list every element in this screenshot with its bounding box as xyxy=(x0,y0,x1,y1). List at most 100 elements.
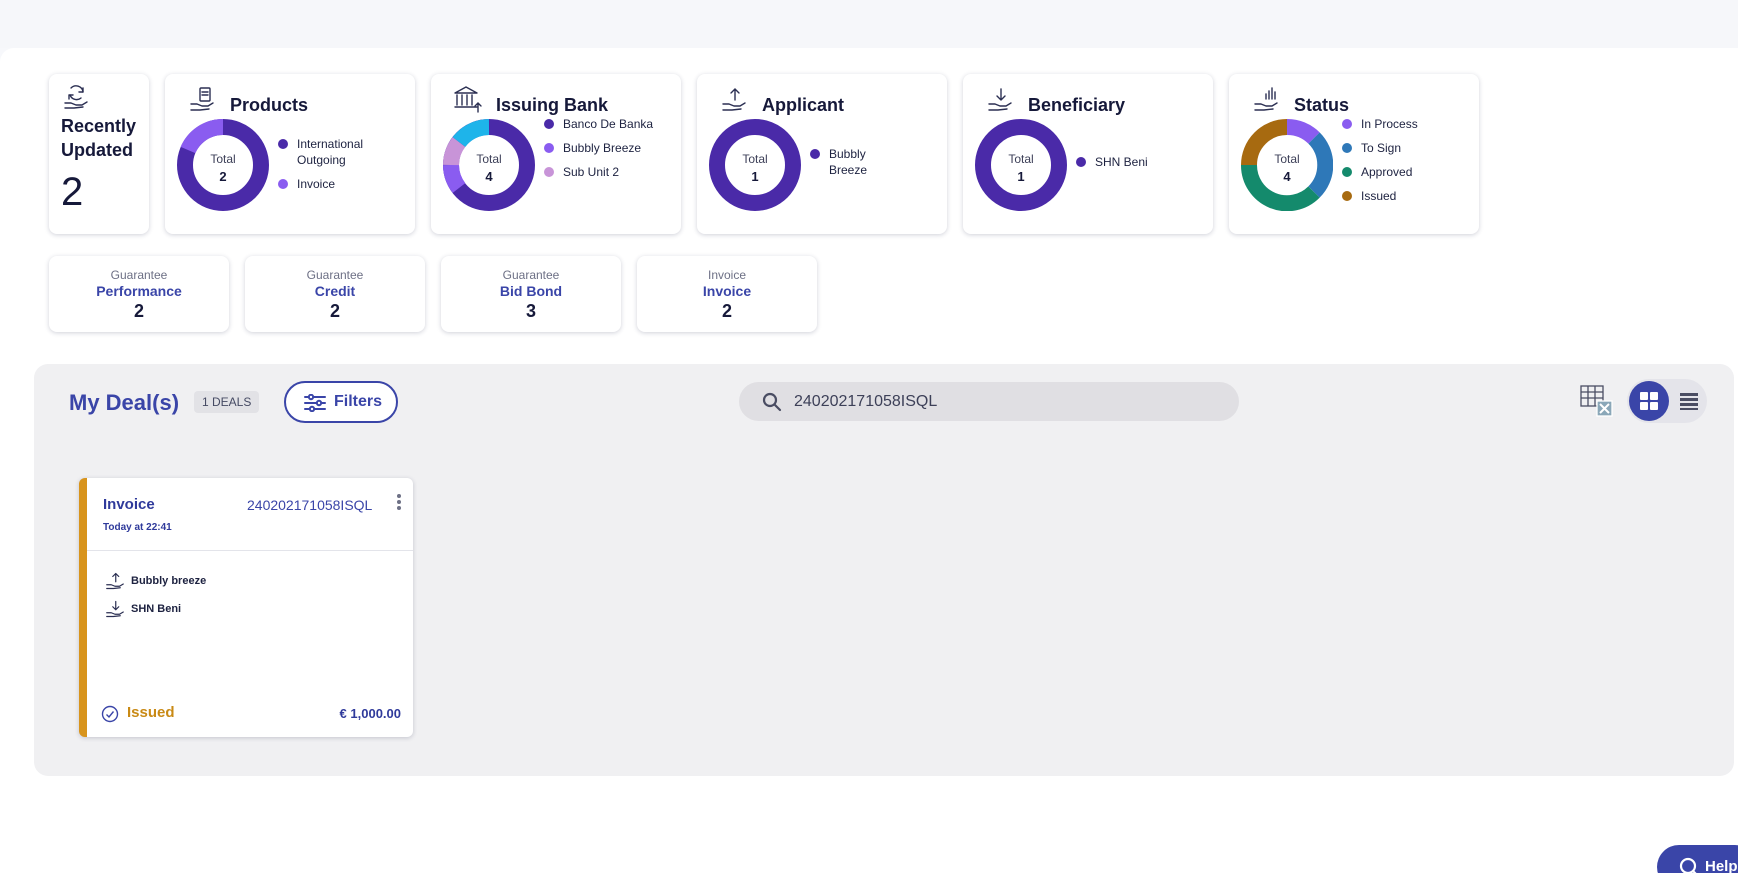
status-legend: In Process To Sign Approved Issued xyxy=(1342,116,1452,212)
list-view-icon xyxy=(1680,393,1698,410)
my-deals-section: My Deal(s) 1 DEALS Filters 240202171058I… xyxy=(34,364,1734,776)
filter-sliders-icon xyxy=(304,394,326,412)
summary-name: Bid Bond xyxy=(499,283,563,299)
search-input[interactable] xyxy=(794,382,1214,421)
beneficiary-legend: SHN Beni xyxy=(1076,154,1186,178)
donut-segment-invoice xyxy=(180,119,224,154)
deal-search-box[interactable] xyxy=(739,382,1239,421)
legend-item: Invoice xyxy=(278,176,408,192)
donut-total-value: 4 xyxy=(485,169,493,184)
chart-hand-icon xyxy=(1253,86,1279,117)
download-hand-icon xyxy=(987,86,1013,117)
donut-segment-in-process xyxy=(1286,119,1320,145)
donut-total-value: 4 xyxy=(1283,169,1291,184)
deal-applicant-name: Bubbly breeze xyxy=(131,575,207,587)
donut-total-value: 1 xyxy=(1017,169,1024,184)
summary-count: 2 xyxy=(133,301,144,321)
applicant-legend: Bubbly Breeze xyxy=(810,146,900,186)
issuing-bank-card[interactable]: Issuing Bank Total 4 Banco De Banka Bubb… xyxy=(431,74,681,234)
check-circle-icon xyxy=(101,705,119,723)
summary-category: Guarantee xyxy=(306,268,364,282)
beneficiary-title: Beneficiary xyxy=(1028,95,1126,115)
donut-total-value: 1 xyxy=(751,169,758,184)
bank-icon xyxy=(453,84,483,119)
summary-name: Invoice xyxy=(702,283,752,299)
summary-card-credit[interactable]: Guarantee Credit 2 xyxy=(245,256,425,332)
legend-item: Banco De Banka xyxy=(544,116,654,132)
deal-type: Invoice xyxy=(103,496,155,513)
deal-status-label: Issued xyxy=(127,704,175,721)
deal-amount: € 1,000.00 xyxy=(339,706,401,721)
summary-card-invoice[interactable]: Invoice Invoice 2 xyxy=(637,256,817,332)
help-icon xyxy=(1679,857,1697,873)
filters-button[interactable]: Filters xyxy=(284,381,398,423)
donut-segment-sub-unit-2 xyxy=(443,137,466,166)
my-deals-title: My Deal(s) xyxy=(69,390,180,415)
issuing-bank-donut-chart: Total 4 xyxy=(443,119,535,211)
donut-total-label: Total xyxy=(210,152,235,166)
deal-divider xyxy=(87,550,413,551)
top-bar xyxy=(0,0,1738,48)
donut-segment-other xyxy=(452,119,490,148)
status-card[interactable]: Status Total 4 In Process To Sign Approv… xyxy=(1229,74,1479,234)
products-title: Products xyxy=(230,95,309,115)
grid-view-icon xyxy=(1640,392,1658,410)
summary-count: 2 xyxy=(721,301,732,321)
deal-reference[interactable]: 240202171058ISQL xyxy=(247,497,372,513)
donut-segment-to-sign xyxy=(1308,132,1333,198)
summary-name: Performance xyxy=(96,283,182,299)
more-options-icon[interactable] xyxy=(394,494,404,514)
legend-item: Issued xyxy=(1342,188,1452,204)
grid-view-button[interactable] xyxy=(1629,381,1669,421)
summary-count: 3 xyxy=(525,301,536,321)
refresh-hand-icon xyxy=(63,84,89,115)
summary-card-bid-bond[interactable]: Guarantee Bid Bond 3 xyxy=(441,256,621,332)
beneficiary-donut-chart: Total 1 xyxy=(975,119,1067,211)
deal-timestamp: Today at 22:41 xyxy=(103,522,172,533)
legend-item: Approved xyxy=(1342,164,1452,180)
donut-total-label: Total xyxy=(476,152,501,166)
summary-category: Invoice xyxy=(707,268,747,282)
summary-name: Credit xyxy=(314,283,356,299)
issuing-bank-title: Issuing Bank xyxy=(496,95,609,115)
summary-category: Guarantee xyxy=(110,268,168,282)
summary-count: 2 xyxy=(329,301,340,321)
status-donut-chart: Total 4 xyxy=(1241,119,1333,211)
products-legend: International Outgoing Invoice xyxy=(278,136,408,200)
recently-updated-title: Recently Updated xyxy=(61,116,137,160)
download-hand-icon xyxy=(106,600,124,618)
search-icon xyxy=(762,392,782,412)
legend-item: Bubbly Breeze xyxy=(544,140,654,156)
list-view-button[interactable] xyxy=(1669,381,1705,421)
help-label: Help xyxy=(1705,858,1738,873)
recently-updated-card[interactable]: Recently Updated 2 xyxy=(49,74,149,234)
legend-item: Sub Unit 2 xyxy=(544,164,654,180)
donut-total-label: Total xyxy=(1008,152,1033,166)
donut-total-label: Total xyxy=(1274,152,1299,166)
legend-item: SHN Beni xyxy=(1076,154,1186,170)
donut-total-value: 2 xyxy=(219,169,226,184)
excel-export-icon[interactable] xyxy=(1579,384,1615,423)
applicant-donut-chart: Total 1 xyxy=(709,119,801,211)
deals-count-badge: 1 DEALS xyxy=(194,391,260,413)
legend-item: To Sign xyxy=(1342,140,1452,156)
products-card[interactable]: Products Total 2 International Outgoing … xyxy=(165,74,415,234)
legend-item: In Process xyxy=(1342,116,1452,132)
recently-updated-count: 2 xyxy=(61,170,84,214)
donut-total-label: Total xyxy=(742,152,767,166)
legend-item: International Outgoing xyxy=(278,136,408,168)
deal-beneficiary-name: SHN Beni xyxy=(131,603,182,615)
applicant-card[interactable]: Applicant Total 1 Bubbly Breeze xyxy=(697,74,947,234)
products-donut-chart: Total 2 xyxy=(177,119,269,211)
filters-label: Filters xyxy=(334,393,383,410)
beneficiary-card[interactable]: Beneficiary Total 1 SHN Beni xyxy=(963,74,1213,234)
view-toggle xyxy=(1627,379,1707,423)
summary-card-performance[interactable]: Guarantee Performance 2 xyxy=(49,256,229,332)
deal-card[interactable]: Invoice 240202171058ISQL Today at 22:41 … xyxy=(79,478,413,737)
upload-hand-icon xyxy=(721,86,747,117)
legend-item: Bubbly Breeze xyxy=(810,146,900,178)
summary-category: Guarantee xyxy=(502,268,560,282)
donut-segment-approved xyxy=(1241,164,1320,211)
status-title: Status xyxy=(1294,95,1350,115)
help-button[interactable]: Help xyxy=(1657,845,1738,873)
